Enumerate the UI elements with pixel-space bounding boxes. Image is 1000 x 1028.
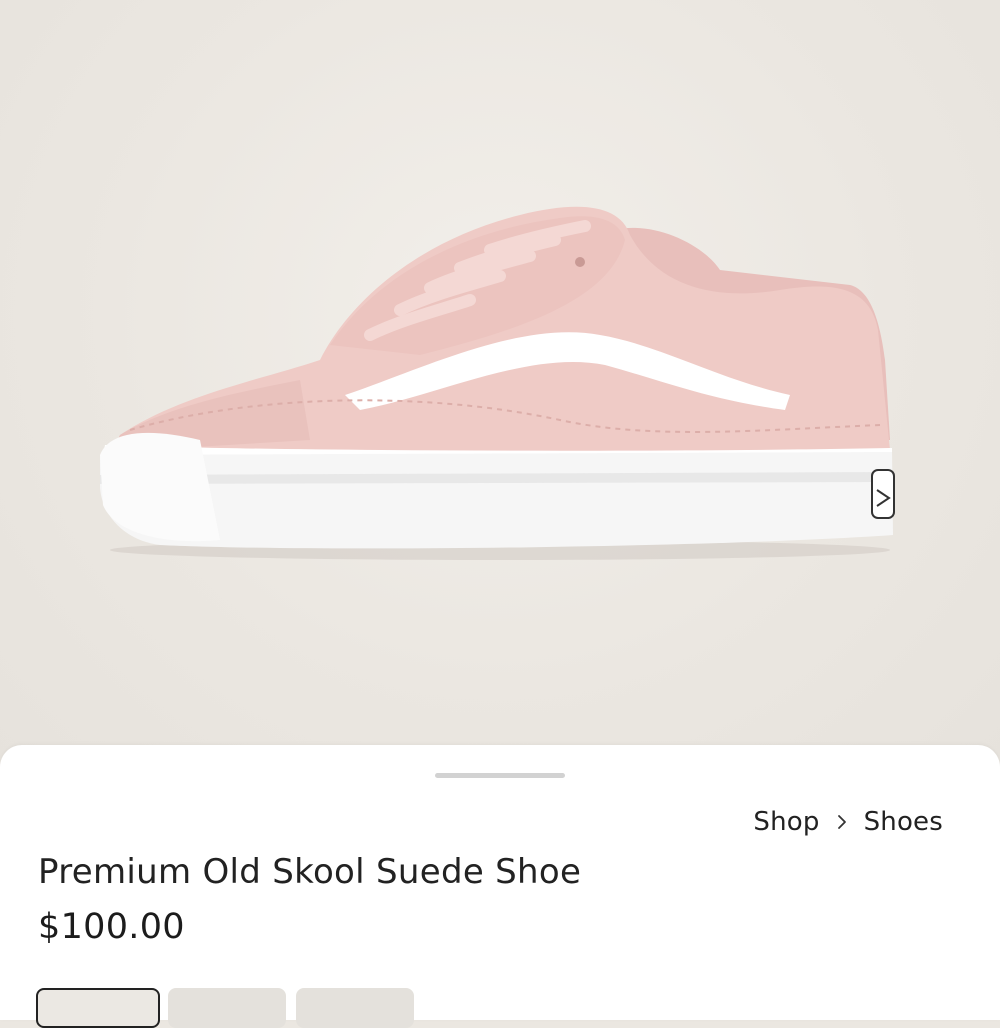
product-price: $100.00 [38, 907, 185, 947]
breadcrumb: Shop Shoes [753, 806, 943, 838]
sheet-drag-handle[interactable] [435, 773, 565, 778]
sneaker-illustration [100, 206, 895, 560]
breadcrumb-shoes-link[interactable]: Shoes [864, 807, 943, 837]
product-title: Premium Old Skool Suede Shoe [38, 852, 582, 892]
product-image[interactable] [0, 0, 1000, 790]
breadcrumb-shop-link[interactable]: Shop [753, 807, 819, 837]
product-detail-sheet: Shop Shoes Premium Old Skool Suede Shoe … [0, 745, 1000, 1028]
chevron-right-icon [837, 815, 846, 829]
color-swatch-selected[interactable] [36, 988, 160, 1028]
color-swatch[interactable] [168, 988, 286, 1028]
color-swatch[interactable] [296, 988, 414, 1028]
